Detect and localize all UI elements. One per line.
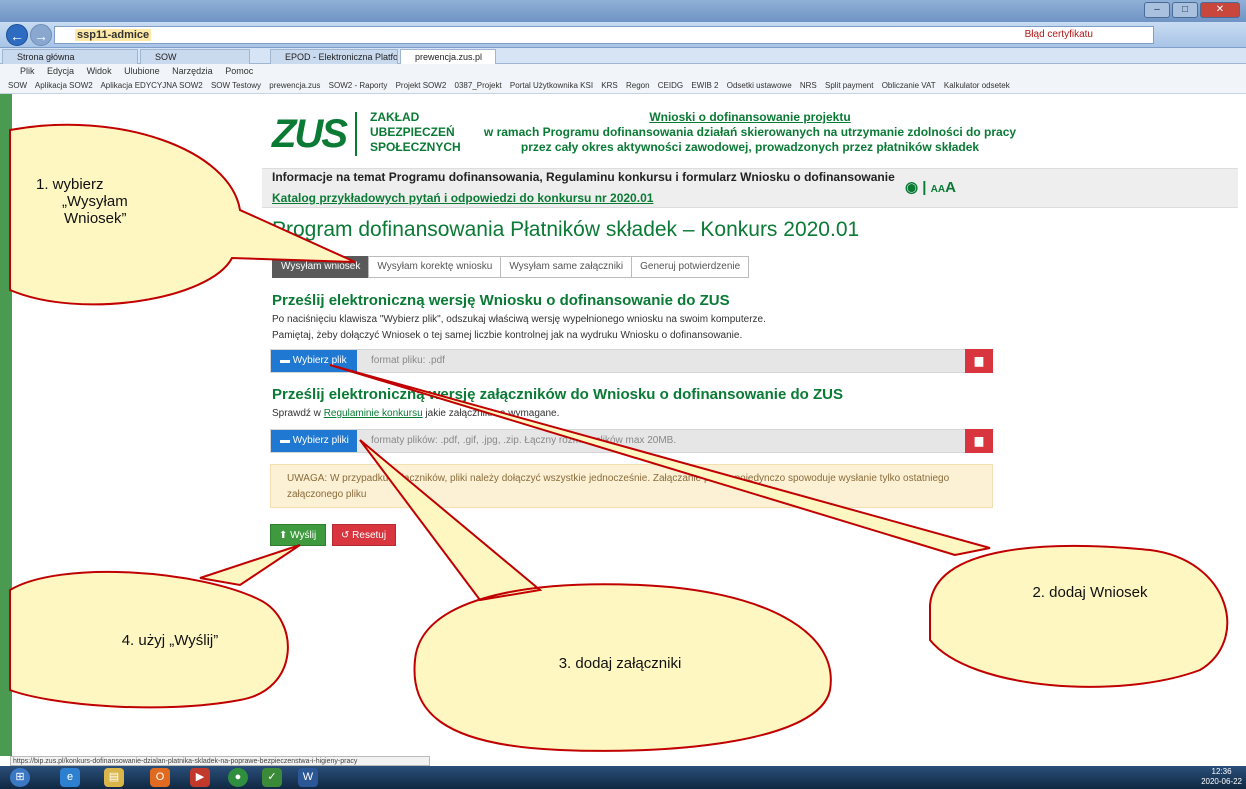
system-clock[interactable]: 12:36 2020-06-22 bbox=[1201, 767, 1242, 787]
media-player-icon[interactable]: ▶ bbox=[190, 768, 210, 787]
callout4-text: 4. użyj „Wyślij” bbox=[121, 632, 219, 649]
calendar-icon[interactable]: ✓ bbox=[262, 768, 282, 787]
callout4-bubble bbox=[9, 544, 301, 709]
clock-time: 12:36 bbox=[1211, 767, 1232, 776]
outlook-icon[interactable]: O bbox=[150, 768, 170, 787]
callout1-text: 1. wybierz „Wysyłam Wniosek” bbox=[36, 176, 166, 227]
callout2-text: 2. dodaj Wniosek bbox=[1032, 584, 1148, 601]
callout1-line: 1. wybierz bbox=[36, 176, 104, 193]
explorer-icon[interactable]: ▤ bbox=[104, 768, 124, 787]
status-bar-url: https://bip.zus.pl/konkurs-dofinansowani… bbox=[10, 756, 430, 766]
callout3-text: 3. dodaj załączniki bbox=[558, 655, 682, 672]
windows-taskbar: ⊞ e ▤ O ▶ ● ✓ W 12:36 2020-06-22 bbox=[0, 766, 1246, 789]
start-button-icon[interactable]: ⊞ bbox=[10, 768, 30, 787]
clock-date: 2020-06-22 bbox=[1201, 777, 1242, 786]
ie-icon[interactable]: e bbox=[60, 768, 80, 787]
word-icon[interactable]: W bbox=[298, 768, 318, 787]
chrome-icon[interactable]: ● bbox=[228, 768, 248, 787]
callout1-line: Wniosek” bbox=[64, 210, 127, 227]
callout1-line: „Wysyłam bbox=[62, 193, 128, 210]
